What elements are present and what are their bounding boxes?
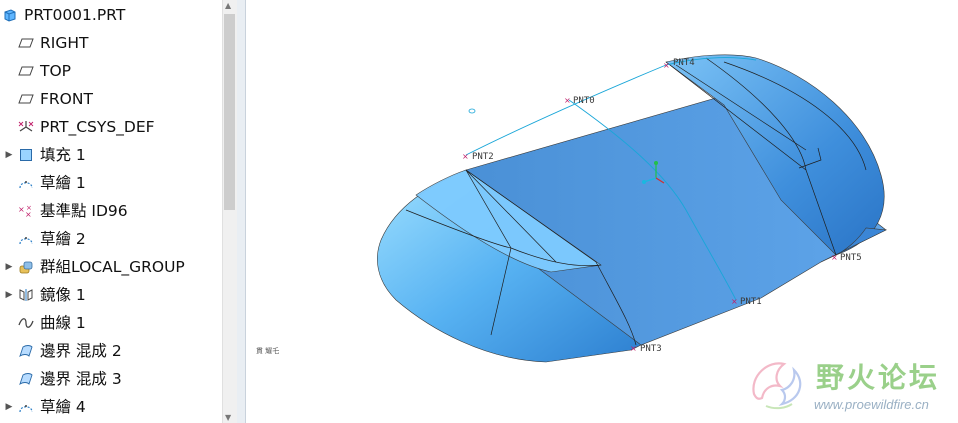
tree-item-label: PRT0001.PRT <box>24 6 126 24</box>
expand-arrow-icon[interactable]: ▶ <box>2 290 16 300</box>
datum-ellipse <box>468 108 476 114</box>
tree-item[interactable]: 邊界 混成 2 <box>0 338 222 364</box>
watermark: 野火论坛 www.proewildfire.cn <box>746 350 958 420</box>
tree-item-label: 草繪 4 <box>40 398 86 416</box>
tree-item-label: FRONT <box>40 90 93 108</box>
svg-text:×: × <box>831 253 838 262</box>
boundary-blend-icon <box>16 342 36 360</box>
watermark-logo-icon <box>752 362 802 410</box>
tree-item-label: 草繪 2 <box>40 230 86 248</box>
tree-item-label: 填充 1 <box>40 146 86 164</box>
pnt2-label: PNT2 <box>472 152 494 162</box>
tree-item[interactable]: 曲線 1 <box>0 310 222 336</box>
expand-arrow-icon[interactable]: ▶ <box>2 262 16 272</box>
tree-item-label: 鏡像 1 <box>40 286 86 304</box>
svg-text:×: × <box>462 152 469 161</box>
tree-item[interactable]: 草繪 2 <box>0 226 222 252</box>
tree-item[interactable]: ▶ 群組LOCAL_GROUP <box>0 254 222 280</box>
expand-arrow-icon[interactable]: ▶ <box>2 402 16 412</box>
tree-item[interactable]: × × × 基準點 ID96 <box>0 198 222 224</box>
tree-item-label: 曲線 1 <box>40 314 86 332</box>
pnt4-label: PNT4 <box>673 58 695 68</box>
tree-item[interactable]: 草繪 1 <box>0 170 222 196</box>
datum-point-pnt3: × PNT3 <box>630 344 662 354</box>
tree-item-label: 邊界 混成 2 <box>40 342 122 360</box>
tree-item[interactable]: ▶ 草繪 4 <box>0 394 222 420</box>
datum-point-icon: × × × <box>16 202 36 220</box>
datum-plane-icon <box>16 34 36 52</box>
tree-item[interactable]: 邊界 混成 3 <box>0 366 222 392</box>
tree-item-label: RIGHT <box>40 34 89 52</box>
watermark-name: 野火论坛 <box>816 361 941 394</box>
svg-text:×: × <box>18 205 25 214</box>
datum-point-pnt0: × PNT0 <box>564 96 595 106</box>
tree-scrollbar[interactable]: ▲ ▼ <box>222 0 237 423</box>
svg-text:×: × <box>731 297 738 306</box>
expand-arrow-icon[interactable]: ▶ <box>2 150 16 160</box>
mirror-icon <box>16 286 36 304</box>
sketch-icon <box>16 174 36 192</box>
datum-plane-icon <box>16 90 36 108</box>
tree-item[interactable]: ▶ 填充 1 <box>0 142 222 168</box>
tree-item-label: PRT_CSYS_DEF <box>40 118 155 136</box>
pnt3-label: PNT3 <box>640 344 662 354</box>
svg-text:×: × <box>663 61 670 70</box>
csys-icon <box>16 118 36 136</box>
scroll-down-arrow-icon[interactable]: ▼ <box>225 413 231 422</box>
sketch-icon <box>16 398 36 416</box>
datum-point-pnt5: × PNT5 <box>831 253 862 263</box>
tree-item-label: 邊界 混成 3 <box>40 370 122 388</box>
view-orientation-label: 貫 耀乇 <box>256 347 280 355</box>
pnt0-label: PNT0 <box>573 96 595 106</box>
svg-text:×: × <box>564 96 571 105</box>
fill-icon <box>16 146 36 164</box>
watermark-url: www.proewildfire.cn <box>814 397 929 412</box>
tree-item[interactable]: ▶ 鏡像 1 <box>0 282 222 308</box>
group-icon <box>16 258 36 276</box>
tree-item-label: TOP <box>40 62 72 80</box>
datum-point-pnt1: × PNT1 <box>731 297 762 307</box>
scroll-thumb[interactable] <box>224 14 235 210</box>
part-icon <box>0 6 20 24</box>
graphics-viewport[interactable]: × PNT0 × PNT1 × PNT2 × PNT3 × PNT4 × PNT… <box>246 0 958 423</box>
tree-item[interactable]: FRONT <box>0 86 222 112</box>
sketch-icon <box>16 230 36 248</box>
tree-item[interactable]: PRT0001.PRT <box>0 2 222 28</box>
svg-text:×: × <box>630 344 637 353</box>
tree-item-label: 基準點 ID96 <box>40 202 128 220</box>
tree-item[interactable]: PRT_CSYS_DEF <box>0 114 222 140</box>
pnt5-label: PNT5 <box>840 253 862 263</box>
tree-item-label: 群組LOCAL_GROUP <box>40 258 185 276</box>
pane-splitter[interactable] <box>237 0 246 423</box>
tree-item[interactable]: RIGHT <box>0 30 222 56</box>
tree-item-label: 草繪 1 <box>40 174 86 192</box>
boundary-blend-icon <box>16 370 36 388</box>
pnt1-label: PNT1 <box>740 297 762 307</box>
model-tree: PRT0001.PRT RIGHT TOP FRONT PRT_CSYS_DEF ▶ 填充 … <box>0 0 222 423</box>
datum-plane-icon <box>16 62 36 80</box>
tree-item[interactable]: TOP <box>0 58 222 84</box>
datum-point-pnt2: × PNT2 <box>462 152 494 162</box>
curve-icon <box>16 314 36 332</box>
scroll-up-arrow-icon[interactable]: ▲ <box>225 1 231 10</box>
svg-text:×: × <box>26 204 32 212</box>
